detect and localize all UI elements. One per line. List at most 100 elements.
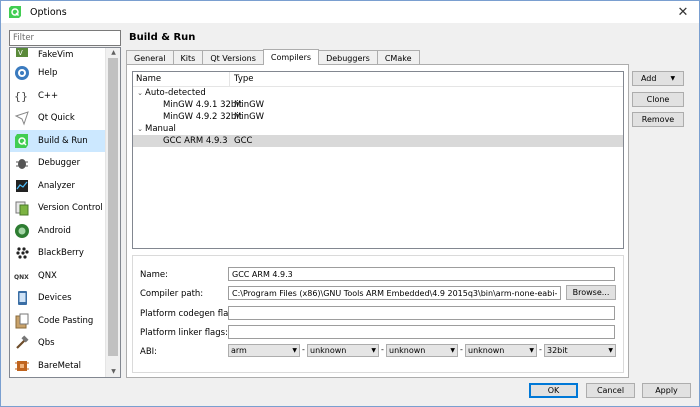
abi-separator: - (302, 345, 305, 354)
sidebar-item-build-run[interactable]: Build & Run (10, 129, 106, 152)
chevron-down-icon: ▼ (292, 347, 297, 354)
tree-row-name: GCC ARM 4.9.3 (163, 136, 228, 146)
sidebar-item-label: Build & Run (38, 135, 88, 146)
close-icon: ✕ (677, 4, 689, 20)
abi-separator: - (539, 345, 542, 354)
filter-input[interactable] (9, 30, 121, 46)
tab-kits[interactable]: Kits (172, 50, 204, 65)
sidebar-item-label: Android (38, 225, 71, 236)
sidebar-item-label: Devices (38, 293, 72, 304)
code-pasting-icon (15, 313, 29, 329)
sidebar-item-label: Version Control (38, 203, 103, 214)
window-title: Options (30, 6, 67, 18)
sidebar-item-label: BlackBerry (38, 248, 84, 259)
tab-debuggers[interactable]: Debuggers (318, 50, 378, 65)
sidebar-item-label: FakeVim (38, 50, 74, 60)
abi-label: ABI: (140, 347, 158, 357)
sidebar-item-help[interactable]: Help (10, 62, 106, 85)
sidebar-item-label: Debugger (38, 158, 81, 169)
sidebar-item-android[interactable]: Android (10, 220, 106, 243)
codegen-flags-field[interactable] (228, 306, 615, 320)
tree-row-name: MinGW 4.9.1 32bit (163, 100, 243, 110)
sidebar-item-version-control[interactable]: Version Control (10, 197, 106, 220)
devices-icon (18, 291, 27, 306)
sidebar-item-cpp[interactable]: {} C++ (10, 85, 106, 108)
close-button[interactable]: ✕ (667, 1, 699, 23)
add-button-label: Add (640, 74, 657, 83)
linker-flags-field[interactable] (228, 325, 615, 339)
abi-os-value: unknown (310, 346, 347, 355)
compiler-path-field[interactable] (228, 286, 561, 300)
tree-row-name: Auto-detected (145, 88, 206, 98)
qt-quick-icon (14, 111, 29, 126)
android-icon (15, 223, 29, 238)
abi-os-select[interactable]: unknown ▼ (307, 344, 379, 357)
sidebar-item-label: QNX (38, 270, 57, 281)
qbs-icon (16, 335, 29, 350)
help-icon (15, 66, 29, 81)
abi-arch-select[interactable]: arm ▼ (228, 344, 300, 357)
tree-row[interactable]: MinGW 4.9.2 32bit MinGW (133, 111, 623, 123)
tab-bar: General Kits Qt Versions Compilers Debug… (126, 49, 420, 65)
abi-format-select[interactable]: unknown ▼ (465, 344, 537, 357)
abi-width-select[interactable]: 32bit ▼ (544, 344, 616, 357)
sidebar-item-label: Qbs (38, 338, 55, 349)
compilers-panel: Name Type ⌄ Auto-detected MinGW 4.9.1 32b… (126, 64, 629, 378)
sidebar-item-analyzer[interactable]: Analyzer (10, 175, 106, 198)
expand-arrow-icon[interactable]: ⌄ (135, 125, 145, 133)
sidebar-scrollbar[interactable]: ▲ ▼ (105, 48, 120, 377)
sidebar-item-blackberry[interactable]: BlackBerry (10, 242, 106, 265)
name-field[interactable] (228, 267, 615, 281)
scroll-up-arrow-icon[interactable]: ▲ (106, 48, 120, 58)
tree-row[interactable]: ⌄ Auto-detected (133, 87, 623, 99)
column-header-type[interactable]: Type (230, 74, 254, 84)
tab-qt-versions[interactable]: Qt Versions (202, 50, 264, 65)
page-title: Build & Run (129, 32, 196, 43)
sidebar-item-qnx[interactable]: QNX QNX (10, 265, 106, 288)
scroll-down-arrow-icon[interactable]: ▼ (106, 367, 120, 377)
sidebar-item-devices[interactable]: Devices (10, 287, 106, 310)
tree-row-selected[interactable]: GCC ARM 4.9.3 GCC (133, 135, 623, 147)
tree-header: Name Type (133, 71, 623, 87)
sidebar-item-qbs[interactable]: Qbs (10, 332, 106, 355)
tab-compilers[interactable]: Compilers (262, 49, 320, 65)
sidebar-item-label: Analyzer (38, 180, 75, 191)
cpp-icon: {} (14, 90, 28, 103)
linker-flags-label: Platform linker flags: (140, 328, 228, 338)
svg-text:{}: {} (14, 90, 28, 103)
svg-text:QNX: QNX (14, 274, 29, 281)
browse-button[interactable]: Browse... (566, 285, 616, 300)
clone-button[interactable]: Clone (632, 92, 684, 107)
column-header-name[interactable]: Name (133, 71, 230, 87)
cancel-button[interactable]: Cancel (586, 383, 635, 398)
tree-row-type: MinGW (234, 100, 265, 110)
blackberry-icon (16, 247, 29, 259)
sidebar-item-fakevim[interactable]: V FakeVim (10, 48, 106, 62)
sidebar-item-qt-quick[interactable]: Qt Quick (10, 107, 106, 130)
sidebar-item-code-pasting[interactable]: Code Pasting (10, 310, 106, 333)
chevron-down-icon: ▼ (450, 347, 455, 354)
ok-button[interactable]: OK (529, 383, 578, 398)
version-control-icon (15, 201, 29, 216)
add-button[interactable]: Add ▼ (632, 71, 684, 86)
abi-separator: - (381, 345, 384, 354)
tab-general[interactable]: General (126, 50, 174, 65)
compiler-tree[interactable]: Name Type ⌄ Auto-detected MinGW 4.9.1 32b… (132, 71, 624, 249)
compiler-path-label: Compiler path: (140, 289, 204, 299)
apply-button[interactable]: Apply (642, 383, 691, 398)
remove-button[interactable]: Remove (632, 112, 684, 127)
options-dialog: Options ✕ V FakeVim Help {} C++ Qt Quick (0, 0, 700, 407)
abi-format-value: unknown (468, 346, 505, 355)
tree-row[interactable]: MinGW 4.9.1 32bit MinGW (133, 99, 623, 111)
sidebar-item-debugger[interactable]: Debugger (10, 152, 106, 175)
expand-arrow-icon[interactable]: ⌄ (135, 89, 145, 97)
abi-flavor-select[interactable]: unknown ▼ (386, 344, 458, 357)
chevron-down-icon: ▼ (670, 75, 676, 82)
tree-row-name: MinGW 4.9.2 32bit (163, 112, 243, 122)
scroll-thumb[interactable] (108, 58, 118, 356)
tree-row[interactable]: ⌄ Manual (133, 123, 623, 135)
abi-separator: - (460, 345, 463, 354)
chevron-down-icon: ▼ (608, 347, 613, 354)
sidebar-item-baremetal[interactable]: BareMetal (10, 355, 106, 378)
tab-cmake[interactable]: CMake (376, 50, 420, 65)
